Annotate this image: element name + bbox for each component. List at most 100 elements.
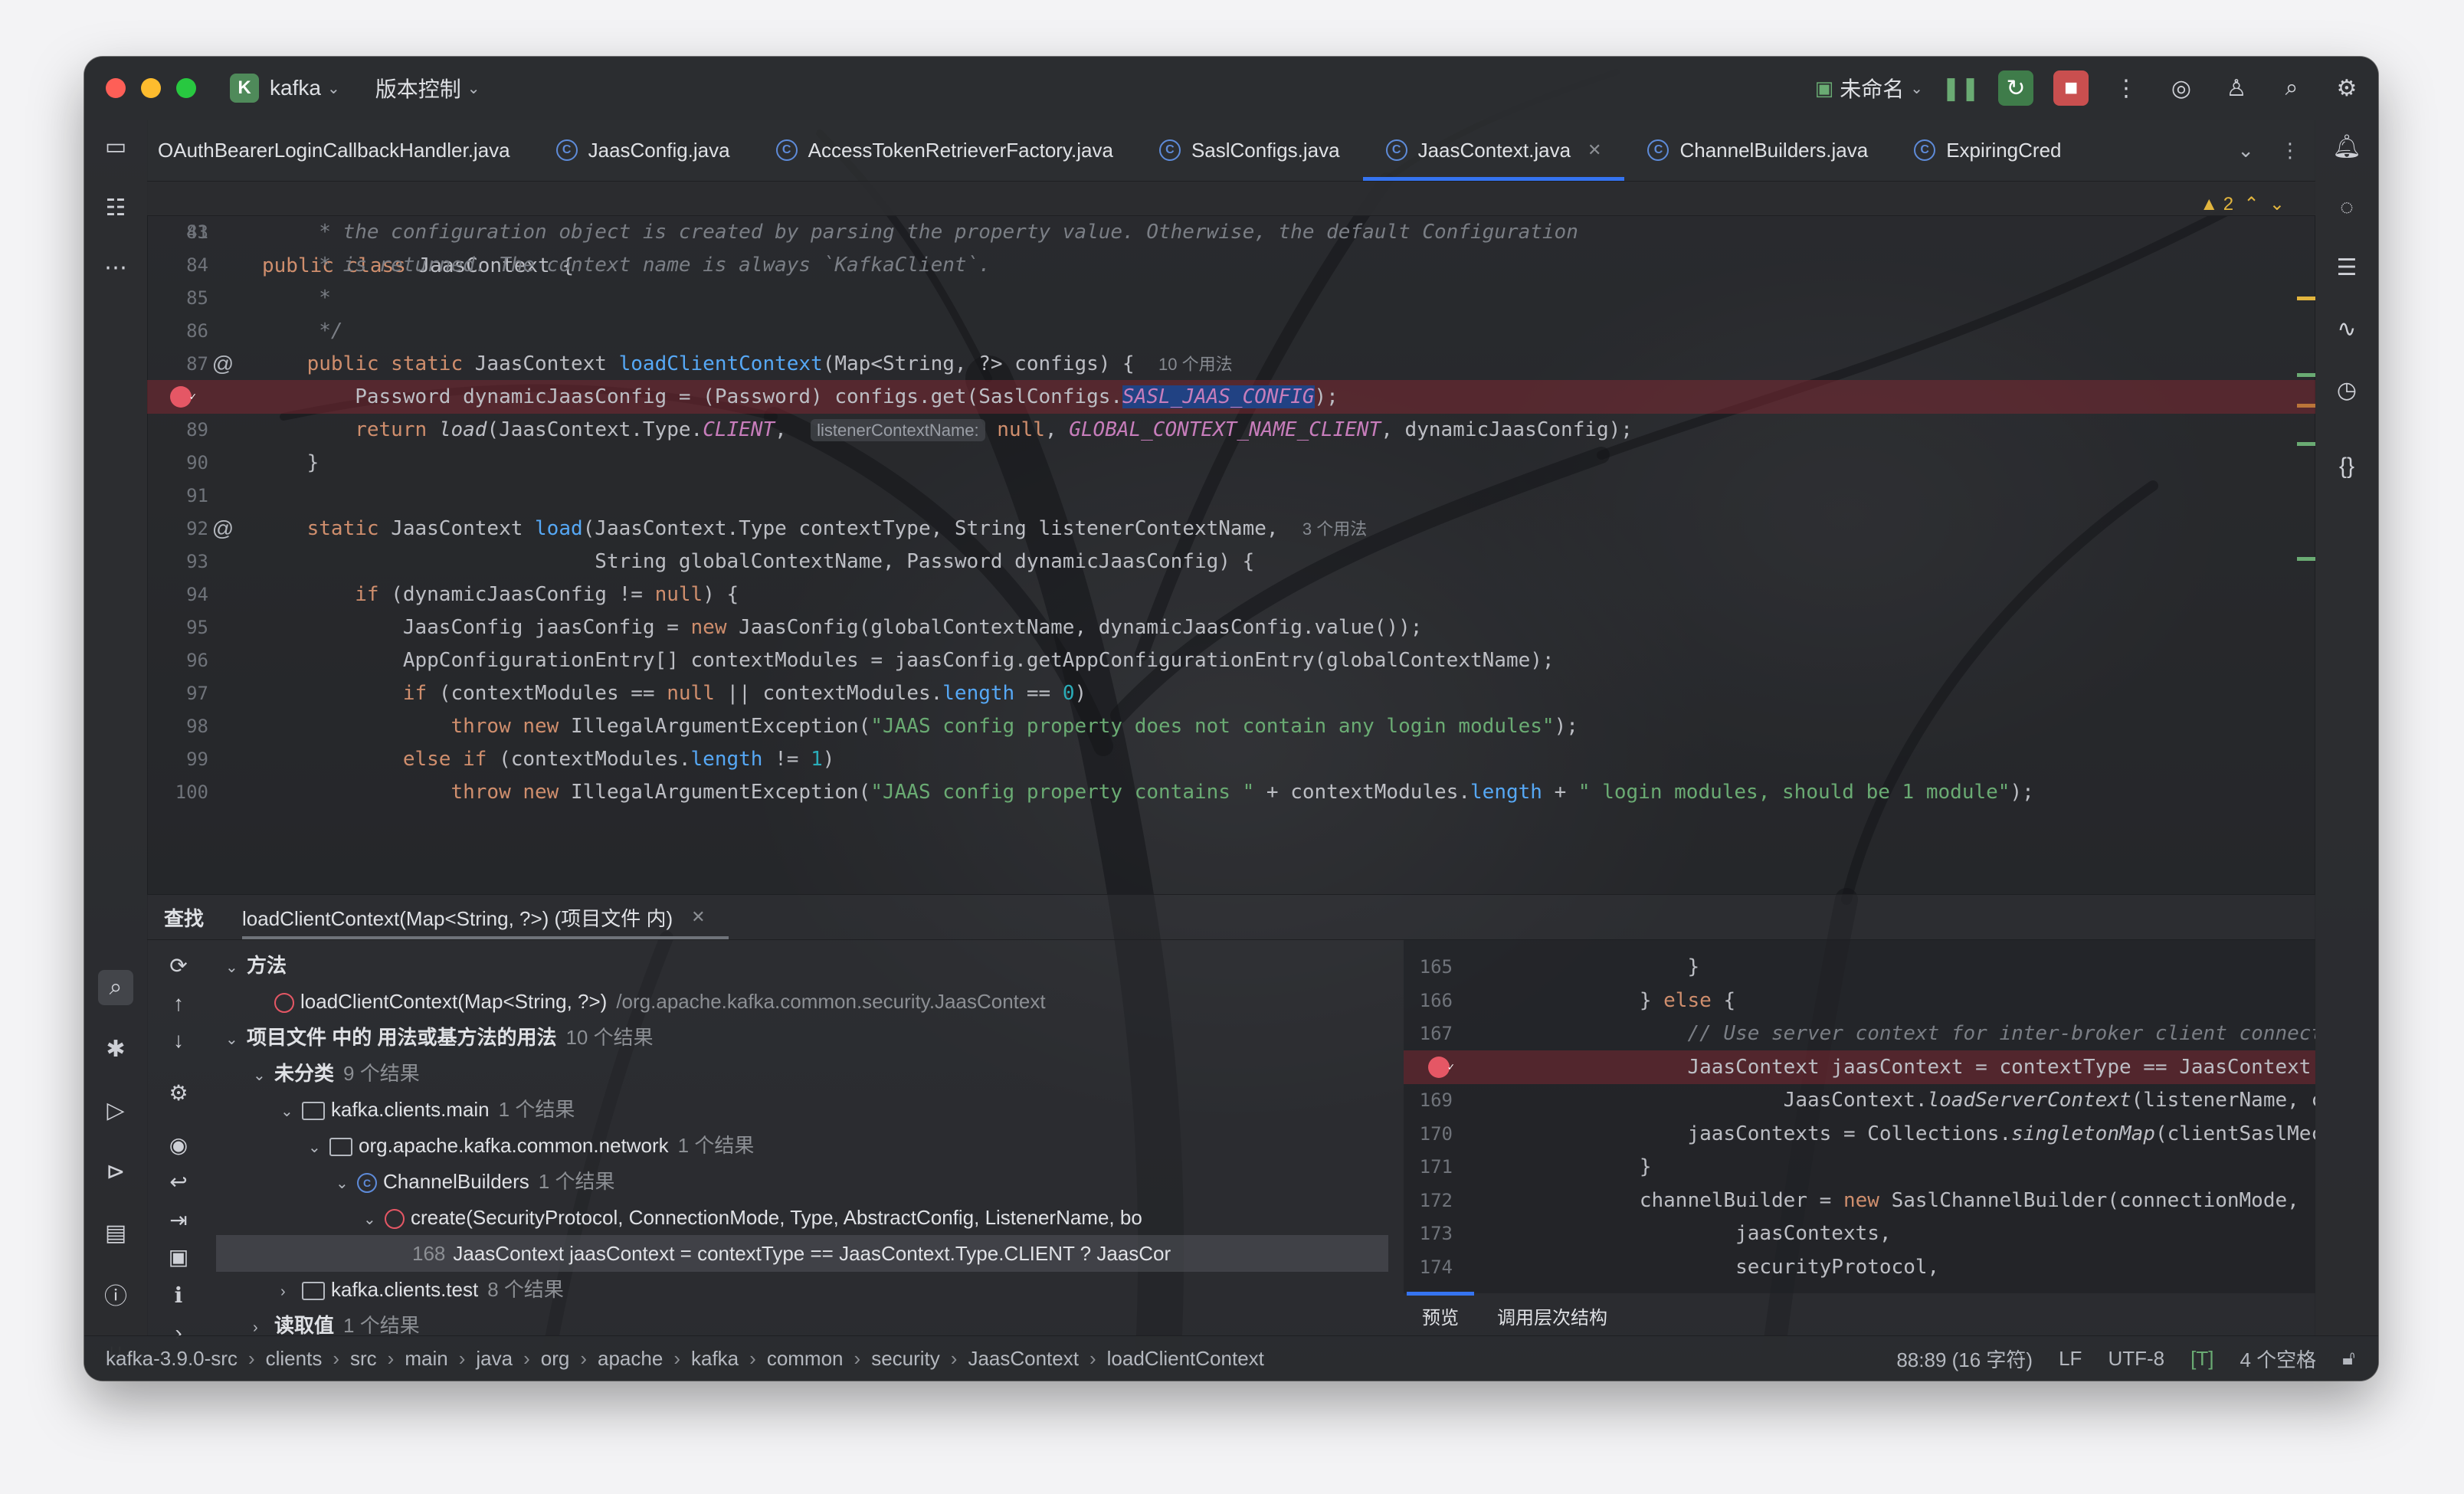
chevron-down-icon[interactable]: ⌄ [280,1093,302,1128]
tree-node-label: 项目文件 中的 用法或基方法的用法 [247,1026,557,1049]
chevron-down-icon[interactable]: ⌄ [225,1021,247,1056]
preview-toggle-icon[interactable]: ▣ [161,1241,196,1272]
tab-preview[interactable]: 预览 [1407,1291,1474,1329]
tree-row[interactable]: ⌄ org.apache.kafka.common.network 1 个结果 [216,1127,1388,1164]
gradle-icon[interactable]: ∿ [2329,311,2364,346]
tab-jaasconfig-java[interactable]: C JaasConfig.java [533,120,753,181]
usages-hint[interactable]: 3 个用法 [1302,519,1367,539]
override-icon[interactable]: @ [211,347,234,381]
close-window-button[interactable] [106,78,126,98]
breadcrumb-item[interactable]: src [350,1347,377,1371]
zoom-window-button[interactable] [176,78,196,98]
tree-row[interactable]: › kafka.clients.test 8 个结果 [216,1271,1388,1308]
tab-saslconfigs-java[interactable]: C SaslConfigs.java [1136,120,1363,181]
chevron-down-icon[interactable]: ⌄ [253,1057,274,1092]
tree-row[interactable]: loadClientContext(Map<String, ?>) /org.ap… [216,983,1388,1020]
tab-jaascontext-java[interactable]: C JaasContext.java ✕ [1362,120,1625,181]
breadcrumb-item[interactable]: loadClientContext [1107,1347,1264,1371]
refresh-icon[interactable]: ⟳ [161,950,196,981]
line-number: 89 [186,419,208,441]
tree-row[interactable]: ⌄ C ChannelBuilders 1 个结果 [216,1163,1388,1200]
stop-icon[interactable]: ■ [2053,70,2089,106]
breadcrumb-item[interactable]: kafka [691,1347,739,1371]
breadcrumb-item[interactable]: apache [598,1347,663,1371]
terminal-icon[interactable]: ▤ [98,1215,133,1250]
find-query-tab[interactable]: loadClientContext(Map<String, ?>) (项目文件 … [242,895,729,939]
arrow-down-icon[interactable]: ↓ [161,1025,196,1056]
tree-row[interactable]: ⌄ 方法 [216,947,1388,984]
close-icon[interactable]: ✕ [1588,140,1601,160]
chevron-right-icon[interactable]: › [280,1273,302,1308]
caret-position[interactable]: 88:89 (16 字符) [1896,1345,2033,1373]
database-icon[interactable]: ☰ [2329,250,2364,285]
method-filter-icon[interactable]: ⇥ [161,1204,196,1235]
override-icon[interactable]: @ [211,512,234,546]
structure-icon[interactable]: ☷ [98,190,133,225]
run-icon[interactable]: ▷ [98,1093,133,1128]
eye-icon[interactable]: ◉ [161,1129,196,1160]
info-icon[interactable]: ℹ [161,1279,196,1310]
more-tools-icon[interactable]: ⋯ [98,250,133,285]
run-config-selector[interactable]: ▣ 未命名 ⌄ [1815,73,1923,103]
pause-icon[interactable]: ❚❚ [1941,70,1980,106]
group-icon[interactable]: ↩ [161,1166,196,1197]
breadcrumb-item[interactable]: java [476,1347,513,1371]
chevron-down-icon[interactable]: ⌄ [336,1165,357,1200]
tree-row[interactable]: ⌄ kafka.clients.main 1 个结果 [216,1091,1388,1128]
search-icon[interactable]: ⌕ [2274,70,2309,106]
ai-chat-icon[interactable]: ◌ [2329,190,2364,225]
tree-row[interactable]: 168 JaasContext jaasContext = contextType… [216,1235,1388,1272]
tree-row[interactable]: ⌄ 项目文件 中的 用法或基方法的用法 10 个结果 [216,1019,1388,1056]
tree-row[interactable]: ⌄ 未分类 9 个结果 [216,1055,1388,1092]
close-icon[interactable]: ✕ [691,907,705,927]
project-selector[interactable]: kafka ⌄ [270,76,340,100]
copilot-icon[interactable]: ◎ [2164,70,2199,106]
line-separator[interactable]: LF [2059,1347,2082,1371]
breadcrumb-item[interactable]: clients [266,1347,323,1371]
rerun-icon[interactable]: ↻ [1998,70,2033,106]
breadcrumb-item[interactable]: org [541,1347,570,1371]
code-editor[interactable]: 41 public class JaasContext { ▲ 2 ⌃ ⌄ 83… [147,182,2315,894]
chevron-down-icon[interactable]: ⌄ [2237,139,2254,162]
chevron-down-icon[interactable]: ⌄ [225,949,247,984]
tab-oauthbearerlogincallbackhandler-java[interactable]: OAuthBearerLoginCallbackHandler.java [147,120,533,181]
vcs-menu[interactable]: 版本控制 ⌄ [375,73,480,103]
folder-icon[interactable]: ▭ [98,129,133,164]
breakpoint-icon[interactable] [170,380,196,414]
breakpoint-icon[interactable] [1428,1050,1454,1084]
more-icon[interactable]: ⋮ [2280,139,2300,162]
usages-hint[interactable]: 10 个用法 [1158,355,1233,374]
notifications-icon[interactable]: 🔔︎ [2329,129,2364,164]
minimize-window-button[interactable] [141,78,161,98]
debug-icon[interactable]: ✱ [98,1031,133,1066]
tab-channelbuilders-java[interactable]: C ChannelBuilders.java [1624,120,1891,181]
breadcrumb-item[interactable]: main [405,1347,447,1371]
tab-call-hierarchy[interactable]: 调用层次结构 [1497,1302,1607,1329]
gear-icon[interactable]: ⚙ [161,1077,196,1108]
arrow-up-icon[interactable]: ↑ [161,988,196,1019]
services-icon[interactable]: ⊳ [98,1154,133,1189]
code-token: (contextModules == [438,682,667,705]
history-icon[interactable]: ◷ [2329,372,2364,408]
add-user-icon[interactable]: ♙ [2219,70,2254,106]
indent-flag[interactable]: [T] [2190,1347,2213,1371]
breadcrumb-item[interactable]: common [767,1347,844,1371]
tree-row[interactable]: ⌄ create(SecurityProtocol, ConnectionMode… [216,1199,1388,1236]
lock-icon[interactable]: 🔓︎ [2342,1346,2355,1371]
breadcrumb-item[interactable]: security [871,1347,940,1371]
tab-expiringcred[interactable]: C ExpiringCred [1891,120,2084,181]
json-icon[interactable]: {} [2329,449,2364,484]
problems-icon[interactable]: ⓘ [98,1276,133,1312]
breadcrumb-item[interactable]: JaasContext [968,1347,1079,1371]
find-icon[interactable]: ⌕ [98,970,133,1005]
preview-pane[interactable]: 165 } 166 } else {167 // Use server conte… [1404,939,2315,1293]
file-encoding[interactable]: UTF-8 [2108,1347,2164,1371]
chevron-down-icon[interactable]: ⌄ [308,1129,329,1164]
more-icon[interactable]: ⋮ [2108,70,2144,106]
code-token: length [942,682,1015,705]
chevron-down-icon[interactable]: ⌄ [363,1201,385,1236]
breadcrumb-item[interactable]: kafka-3.9.0-src [106,1347,238,1371]
settings-icon[interactable]: ⚙ [2329,70,2364,106]
indent-setting[interactable]: 4 个空格 [2240,1345,2316,1373]
tab-accesstokenretrieverfactory-java[interactable]: C AccessTokenRetrieverFactory.java [753,120,1136,181]
